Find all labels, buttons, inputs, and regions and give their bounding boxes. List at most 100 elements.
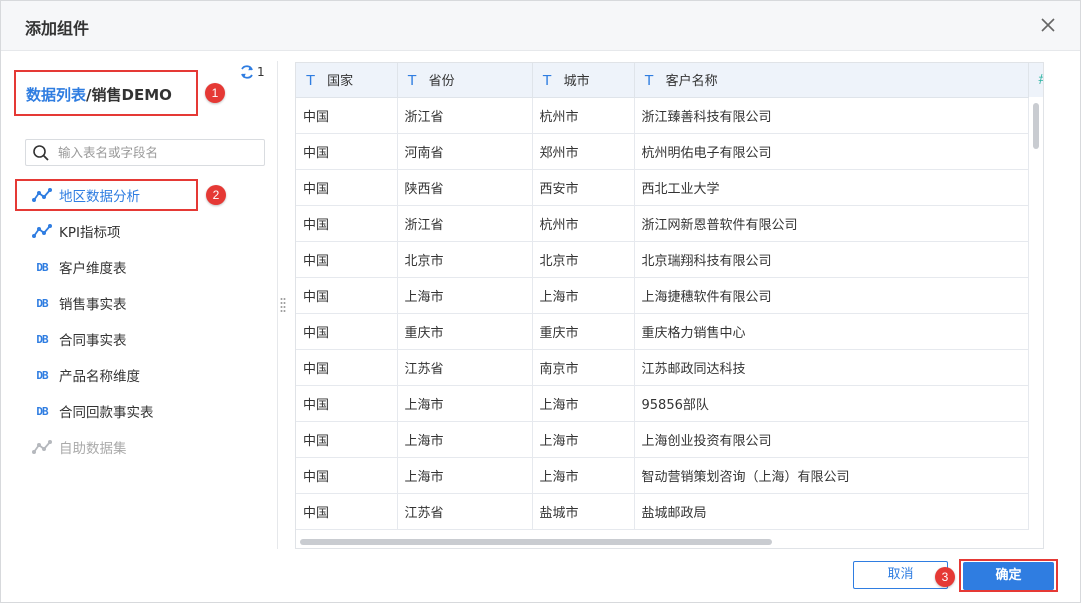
annotation-badge-1: 1 xyxy=(205,83,225,103)
breadcrumb-highlight: 数据列表/销售DEMO xyxy=(14,70,198,116)
table-cell: 中国 xyxy=(296,241,398,278)
horizontal-scroll-thumb[interactable] xyxy=(300,539,772,545)
dataset-item-customer-dimension[interactable]: DB 客户维度表 xyxy=(31,254,127,280)
dataset-item-contract-fact[interactable]: DB 合同事实表 xyxy=(31,326,127,352)
table-row[interactable]: 中国 江苏省 南京市 江苏邮政同达科技 xyxy=(296,349,1043,386)
table-cell: 南京市 xyxy=(532,349,635,386)
table-cell: 中国 xyxy=(296,313,398,350)
table-cell: 上海捷穗软件有限公司 xyxy=(634,277,1029,314)
table-row[interactable]: 中国 上海市 上海市 95856部队 xyxy=(296,385,1043,422)
table-cell: 江苏省 xyxy=(397,349,533,386)
table-cell: 中国 xyxy=(296,493,398,530)
vertical-scrollbar[interactable] xyxy=(1029,97,1043,537)
dataset-item-label: 销售事实表 xyxy=(59,297,127,313)
table-row[interactable]: 中国 江苏省 盐城市 盐城邮政局 xyxy=(296,493,1043,530)
table-cell: 中国 xyxy=(296,421,398,458)
database-table-icon: DB xyxy=(36,404,48,418)
table-header-row: T国家 T省份 T城市 T客户名称 # xyxy=(296,63,1043,98)
table-row[interactable]: 中国 北京市 北京市 北京瑞翔科技有限公司 xyxy=(296,241,1043,278)
column-header-country[interactable]: T 国家 xyxy=(296,63,398,98)
table-cell: 中国 xyxy=(296,205,398,242)
table-cell: 上海市 xyxy=(397,385,533,422)
text-type-icon: T xyxy=(407,72,417,90)
dataset-link-icon xyxy=(31,188,53,202)
database-table-icon: DB xyxy=(36,368,48,382)
table-row[interactable]: 中国 浙江省 杭州市 浙江网新恩普软件有限公司 xyxy=(296,205,1043,242)
search-input[interactable] xyxy=(58,145,248,160)
table-cell: 北京瑞翔科技有限公司 xyxy=(634,241,1029,278)
table-cell: 中国 xyxy=(296,133,398,170)
table-row[interactable]: 中国 上海市 上海市 上海捷穗软件有限公司 xyxy=(296,277,1043,314)
refresh-button[interactable]: 1 xyxy=(239,64,265,80)
column-header-province[interactable]: T 省份 xyxy=(397,63,533,98)
annotation-badge-3: 3 xyxy=(935,567,955,587)
dataset-item-self-service[interactable]: 自助数据集 xyxy=(31,434,127,460)
column-header-city[interactable]: T 城市 xyxy=(532,63,635,98)
table-cell: 上海市 xyxy=(532,457,635,494)
table-cell: 上海市 xyxy=(532,421,635,458)
dialog-header: 添加组件 xyxy=(1,1,1080,51)
dataset-item-product-dimension[interactable]: DB 产品名称维度 xyxy=(31,362,140,388)
breadcrumb: 数据列表/销售DEMO xyxy=(26,84,172,105)
dataset-item-sales-fact[interactable]: DB 销售事实表 xyxy=(31,290,127,316)
breadcrumb-root-link[interactable]: 数据列表 xyxy=(26,86,86,104)
table-cell: 西北工业大学 xyxy=(634,169,1029,206)
text-type-icon: T xyxy=(542,72,552,90)
table-row[interactable]: 中国 上海市 上海市 上海创业投资有限公司 xyxy=(296,421,1043,458)
dataset-item-label: KPI指标项 xyxy=(59,225,121,241)
data-preview-table: T国家 T省份 T城市 T客户名称 # 中国浙江省杭州市浙江臻善科技有限公司中国… xyxy=(295,62,1044,549)
table-cell: 中国 xyxy=(296,97,398,134)
table-cell: 重庆市 xyxy=(397,313,533,350)
column-header-customer-name[interactable]: T 客户名称 xyxy=(634,63,1029,98)
table-cell: 浙江省 xyxy=(397,97,533,134)
dataset-item-label: 合同回款事实表 xyxy=(59,405,154,421)
search-box xyxy=(25,139,265,166)
table-cell: 浙江省 xyxy=(397,205,533,242)
dataset-item-region-analysis[interactable]: 地区数据分析 xyxy=(31,182,140,208)
table-cell: 盐城邮政局 xyxy=(634,493,1029,530)
horizontal-scrollbar[interactable] xyxy=(296,536,1031,548)
table-cell: 上海市 xyxy=(397,457,533,494)
table-row[interactable]: 中国 陕西省 西安市 西北工业大学 xyxy=(296,169,1043,206)
database-table-icon: DB xyxy=(36,332,48,346)
table-cell: 中国 xyxy=(296,385,398,422)
table-row[interactable]: 中国 重庆市 重庆市 重庆格力销售中心 xyxy=(296,313,1043,350)
table-cell: 中国 xyxy=(296,457,398,494)
search-icon xyxy=(33,144,49,161)
confirm-button[interactable]: 确定 xyxy=(963,562,1054,590)
vertical-scroll-thumb[interactable] xyxy=(1033,103,1039,149)
table-cell: 上海市 xyxy=(397,421,533,458)
table-cell: 上海市 xyxy=(532,385,635,422)
column-header-truncated[interactable]: # xyxy=(1028,63,1043,98)
dataset-item-label: 产品名称维度 xyxy=(59,369,140,385)
resize-handle-icon[interactable] xyxy=(280,297,286,313)
table-cell: 西安市 xyxy=(532,169,635,206)
table-cell: 浙江臻善科技有限公司 xyxy=(634,97,1029,134)
preview-table: T国家 T省份 T城市 T客户名称 # 中国浙江省杭州市浙江臻善科技有限公司中国… xyxy=(296,63,1043,530)
table-cell: 河南省 xyxy=(397,133,533,170)
table-cell: 智动营销策划咨询（上海）有限公司 xyxy=(634,457,1029,494)
breadcrumb-current: 销售DEMO xyxy=(91,86,172,104)
text-type-icon: T xyxy=(306,72,316,90)
dataset-item-label: 自助数据集 xyxy=(59,441,127,457)
table-cell: 杭州明佑电子有限公司 xyxy=(634,133,1029,170)
dataset-item-label: 合同事实表 xyxy=(59,333,127,349)
table-cell: 杭州市 xyxy=(532,205,635,242)
dataset-item-label: 客户维度表 xyxy=(59,261,127,277)
cancel-button[interactable]: 取消 xyxy=(853,561,948,589)
text-type-icon: T xyxy=(644,72,654,90)
table-cell: 上海市 xyxy=(532,277,635,314)
table-row[interactable]: 中国 河南省 郑州市 杭州明佑电子有限公司 xyxy=(296,133,1043,170)
table-row[interactable]: 中国 浙江省 杭州市 浙江臻善科技有限公司 xyxy=(296,97,1043,134)
close-icon[interactable] xyxy=(1038,15,1058,35)
panel-divider xyxy=(277,61,278,549)
table-cell: 江苏省 xyxy=(397,493,533,530)
table-cell: 杭州市 xyxy=(532,97,635,134)
table-cell: 中国 xyxy=(296,277,398,314)
table-cell: 重庆格力销售中心 xyxy=(634,313,1029,350)
dataset-item-contract-payment-fact[interactable]: DB 合同回款事实表 xyxy=(31,398,154,424)
table-cell: 中国 xyxy=(296,169,398,206)
table-row[interactable]: 中国 上海市 上海市 智动营销策划咨询（上海）有限公司 xyxy=(296,457,1043,494)
dataset-item-kpi[interactable]: KPI指标项 xyxy=(31,218,120,244)
table-cell: 浙江网新恩普软件有限公司 xyxy=(634,205,1029,242)
